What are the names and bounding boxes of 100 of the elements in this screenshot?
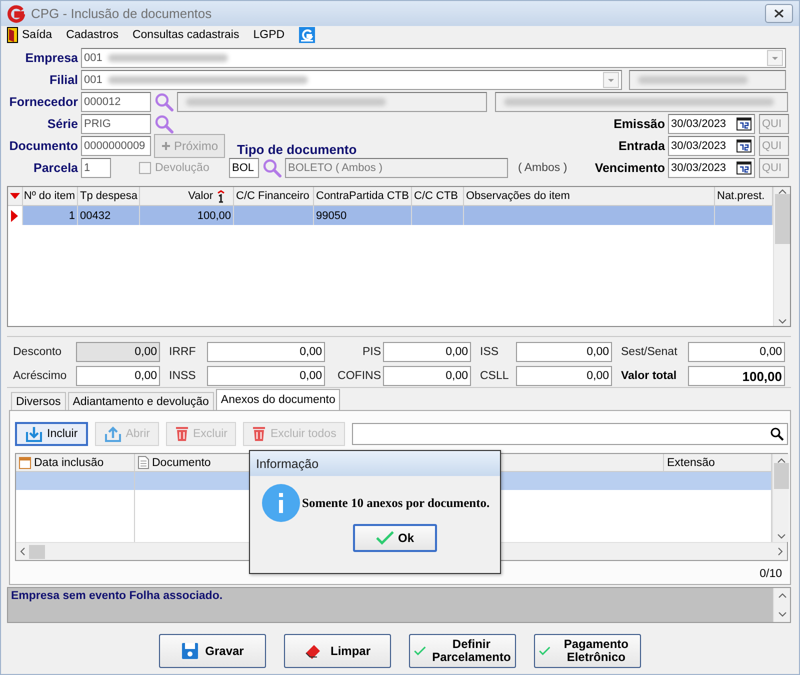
trash-icon <box>252 426 266 442</box>
calendar-icon <box>19 456 31 468</box>
scroll-up-icon[interactable] <box>776 458 786 463</box>
column-header[interactable]: Valor <box>140 187 234 206</box>
total-label: Acréscimo <box>13 370 68 382</box>
toolbar-button[interactable]: Incluir <box>15 422 88 446</box>
table-cell <box>412 206 464 225</box>
info-icon <box>262 484 300 522</box>
menu-item[interactable]: LGPD <box>253 29 285 41</box>
action-button[interactable]: Limpar <box>284 634 391 668</box>
total-label: PIS <box>361 346 382 358</box>
total-label: ISS <box>479 346 500 358</box>
dialog-title: Informação <box>256 456 319 470</box>
search-field[interactable] <box>352 423 788 445</box>
date-label: Vencimento <box>594 161 666 175</box>
column-header[interactable]: C/C Financeiro <box>234 187 314 206</box>
total-label: CSLL <box>479 370 510 382</box>
date-field[interactable]: 30/03/2023 <box>668 114 755 134</box>
menu-item[interactable]: Cadastros <box>66 29 118 41</box>
column-header[interactable]: C/C CTB <box>412 187 464 206</box>
scroll-up-icon[interactable] <box>778 189 786 194</box>
column-header[interactable]: Documento <box>152 456 211 468</box>
scroll-down-icon[interactable] <box>776 534 786 539</box>
tab[interactable]: Anexos do documento <box>216 389 340 410</box>
amount-field[interactable]: 0,00 <box>383 366 471 386</box>
total-label: INSS <box>168 370 197 382</box>
date-field[interactable]: 30/03/2023 <box>668 158 755 178</box>
field-label: Filial <box>48 73 79 87</box>
plus-icon <box>161 141 171 151</box>
note-text: ( Ambos ) <box>518 162 568 174</box>
total-label: Valor total <box>620 370 678 382</box>
weekday-field: QUI <box>759 136 789 156</box>
checkbox-label: Devolução <box>155 162 210 174</box>
action-button[interactable]: Pagamento Eletrônico <box>534 634 641 668</box>
table-cell: 1 <box>23 206 78 225</box>
column-header[interactable]: ContraPartida CTB <box>314 187 412 206</box>
scroll-down-icon[interactable] <box>778 319 786 324</box>
total-label: Desconto <box>13 346 63 358</box>
document-type-field[interactable]: BOL <box>229 158 259 178</box>
checkmark-icon <box>376 531 394 545</box>
ok-button[interactable]: Ok <box>353 524 437 552</box>
close-button[interactable] <box>765 4 793 23</box>
table-row[interactable]: 1 00432 100,00 99050 <box>8 206 773 225</box>
branch-dropdown[interactable]: 001 <box>81 70 622 90</box>
column-header[interactable]: Nat.prest. <box>715 187 773 206</box>
amount-field[interactable]: 0,00 <box>76 366 160 386</box>
total-label: Sest/Senat <box>620 346 678 358</box>
series-field[interactable]: PRIG <box>81 114 151 134</box>
amount-field[interactable]: 0,00 <box>516 366 612 386</box>
scroll-right-icon[interactable] <box>778 547 783 556</box>
amount-field[interactable]: 0,00 <box>207 342 325 362</box>
weekday-field: QUI <box>759 158 789 178</box>
total-label: IRRF <box>168 346 197 358</box>
upload-icon <box>104 426 122 442</box>
tab[interactable]: Diversos <box>11 392 66 410</box>
supplier-code-field[interactable]: 000012 <box>81 92 151 112</box>
dropdown-arrow-icon[interactable] <box>10 192 20 200</box>
installment-field[interactable]: 1 <box>81 158 111 178</box>
date-label: Entrada <box>618 139 666 153</box>
menu-item[interactable]: Saída <box>22 29 52 41</box>
amount-field[interactable]: 0,00 <box>688 342 785 362</box>
column-header[interactable]: Data inclusão <box>34 456 104 468</box>
company-dropdown[interactable]: 001 <box>81 48 786 68</box>
document-field[interactable]: 0000000009 <box>81 136 151 156</box>
amount-field[interactable]: 0,00 <box>207 366 325 386</box>
amount-field[interactable]: 0,00 <box>383 342 471 362</box>
column-header[interactable]: Nº do item <box>23 187 78 206</box>
action-button[interactable]: Definir Parcelamento <box>409 634 516 668</box>
total-label: COFINS <box>336 370 382 382</box>
scroll-left-icon[interactable] <box>20 547 25 556</box>
column-header[interactable]: Tp despesa <box>78 187 140 206</box>
download-icon <box>25 426 43 442</box>
field-label: Série <box>46 117 79 131</box>
calendar-icon[interactable] <box>736 139 752 153</box>
section-label: Tipo de documento <box>237 142 357 157</box>
weekday-field: QUI <box>759 114 789 134</box>
amount-field[interactable]: 0,00 <box>516 342 612 362</box>
sort-icon <box>217 190 225 202</box>
scroll-up-icon[interactable] <box>778 593 786 598</box>
column-header[interactable]: Extensão <box>667 456 715 468</box>
field-label: Fornecedor <box>8 95 79 109</box>
app-logo-icon <box>7 4 25 22</box>
window-title: CPG - Inclusão de documentos <box>31 6 212 21</box>
tab[interactable]: Adiantamento e devolução <box>68 392 214 410</box>
menu-item[interactable]: Consultas cadastrais <box>132 29 240 41</box>
search-icon[interactable] <box>770 427 784 441</box>
action-button[interactable]: Gravar <box>159 634 266 668</box>
exit-door-icon <box>7 27 18 43</box>
column-header[interactable]: Observações do item <box>464 187 715 206</box>
scroll-down-icon[interactable] <box>778 612 786 617</box>
calendar-icon[interactable] <box>736 117 752 131</box>
field-label: Empresa <box>24 51 79 65</box>
field-label: Documento <box>8 139 79 153</box>
checkmark-icon <box>414 644 426 658</box>
app-logo-icon[interactable] <box>298 27 315 43</box>
calendar-icon[interactable] <box>736 161 752 175</box>
close-icon <box>774 9 784 18</box>
date-field[interactable]: 30/03/2023 <box>668 136 755 156</box>
amount-field[interactable]: 100,00 <box>688 366 785 386</box>
row-pointer-icon <box>10 210 18 222</box>
